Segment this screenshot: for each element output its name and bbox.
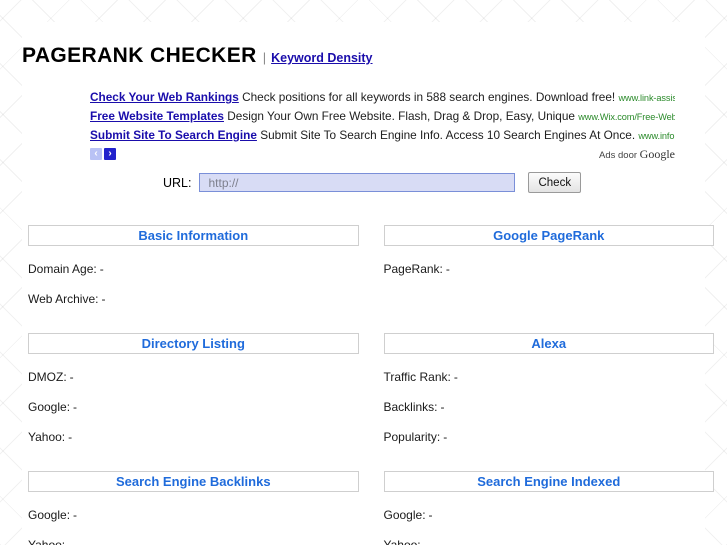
page-header: PAGERANK CHECKER | Keyword Density	[22, 44, 373, 68]
result-value: -	[69, 370, 74, 384]
panel-title: Search Engine Indexed	[383, 471, 714, 492]
chevron-left-icon[interactable]: ‹	[90, 148, 102, 160]
result-row: Domain Age: -	[28, 262, 359, 276]
result-value: -	[73, 508, 78, 522]
result-row: Traffic Rank: -	[384, 370, 715, 384]
google-ads-block: Check Your Web Rankings Check positions …	[90, 88, 675, 166]
ad-display-url: www.link-assist...	[618, 93, 676, 103]
ad-description: Check positions for all keywords in 588 …	[242, 90, 616, 104]
ad-description: Submit Site To Search Engine Info. Acces…	[260, 128, 636, 142]
result-row: Web Archive: -	[28, 292, 359, 306]
result-value: -	[68, 430, 73, 444]
result-label: DMOZ:	[28, 370, 67, 384]
result-value: -	[440, 400, 445, 414]
ad-title-link[interactable]: Free Website Templates	[90, 109, 224, 123]
panel-body: Google:- Yahoo:- Altavista:-	[384, 492, 715, 545]
result-value: -	[68, 538, 73, 545]
result-label: Yahoo:	[28, 430, 66, 444]
panel-row: Search Engine Backlinks Google: - Yahoo: -…	[28, 471, 714, 545]
url-input[interactable]	[199, 173, 516, 192]
panel-google-pagerank: Google PageRank PageRank: -	[383, 225, 715, 306]
result-label: Popularity:	[383, 430, 441, 444]
result-row: PageRank: -	[384, 262, 715, 276]
result-value: -	[73, 400, 78, 414]
panel-alexa: Alexa Traffic Rank: - Backlinks: - Popular…	[383, 333, 715, 444]
panel-body: Traffic Rank: - Backlinks: - Popularity: -	[384, 354, 715, 444]
result-row: Google: -	[28, 400, 359, 414]
page-title: PAGERANK CHECKER	[22, 44, 257, 67]
result-value: -	[99, 262, 104, 276]
result-value: -	[101, 292, 106, 306]
result-label: Traffic Rank:	[383, 370, 451, 384]
chevron-right-icon[interactable]: ›	[104, 148, 116, 160]
result-value: -	[453, 370, 458, 384]
result-row: Backlinks: -	[384, 400, 715, 414]
ad-description: Design Your Own Free Website. Flash, Dra…	[227, 109, 575, 123]
result-label: Backlinks:	[383, 400, 438, 414]
check-button[interactable]: Check	[528, 172, 582, 193]
url-label: URL:	[163, 175, 192, 190]
panel-row: Directory Listing DMOZ: - Google: - Yahoo:…	[28, 333, 714, 444]
panel-directory-listing: Directory Listing DMOZ: - Google: - Yahoo:…	[28, 333, 359, 444]
panel-title: Directory Listing	[28, 333, 359, 354]
result-row: Popularity: -	[384, 430, 715, 444]
result-value: -	[423, 538, 428, 545]
ad-title-link[interactable]: Submit Site To Search Engine	[90, 128, 257, 142]
ad-item[interactable]: Check Your Web Rankings Check positions …	[90, 88, 675, 107]
panel-body: DMOZ: - Google: - Yahoo: -	[28, 354, 359, 444]
panel-body: PageRank: -	[384, 246, 715, 276]
panel-row: Basic Information Domain Age: - Web Archi…	[28, 225, 714, 306]
result-row: Yahoo: -	[384, 538, 715, 545]
result-row: DMOZ: -	[28, 370, 359, 384]
result-value: -	[445, 262, 450, 276]
google-wordmark: Google	[639, 147, 675, 161]
panel-body: Domain Age: - Web Archive: -	[28, 246, 359, 306]
panel-search-engine-indexed: Search Engine Indexed Google:- Yahoo:- A…	[383, 471, 715, 545]
result-label: Google:	[383, 508, 426, 522]
url-check-form: URL: Check	[163, 172, 582, 193]
result-label: Web Archive:	[28, 292, 99, 306]
panel-search-engine-backlinks: Search Engine Backlinks Google: - Yahoo: -…	[28, 471, 359, 545]
ads-pagination: ‹ ›	[90, 148, 116, 160]
result-row: Google: -	[384, 508, 715, 522]
title-separator: |	[262, 50, 267, 65]
result-label: Yahoo:	[383, 538, 421, 545]
page-background: PAGERANK CHECKER | Keyword Density Check…	[0, 0, 727, 545]
result-label: Domain Age:	[28, 262, 97, 276]
result-label: Google:	[28, 400, 71, 414]
panel-title: Basic Information	[28, 225, 359, 246]
ad-item[interactable]: Free Website Templates Design Your Own F…	[90, 107, 675, 126]
ads-attribution: Ads door Google	[599, 147, 675, 162]
ad-item[interactable]: Submit Site To Search Engine Submit Site…	[90, 126, 675, 145]
ad-display-url: www.info....	[638, 131, 675, 141]
result-label: PageRank:	[383, 262, 443, 276]
result-label: Google:	[28, 508, 71, 522]
ad-title-link[interactable]: Check Your Web Rankings	[90, 90, 239, 104]
panel-body: Google:- Yahoo:- Altavista:-	[28, 492, 359, 545]
ads-attribution-prefix: Ads door	[599, 150, 638, 161]
panel-title: Google PageRank	[383, 225, 714, 246]
result-row: Yahoo: -	[28, 538, 359, 545]
result-value: -	[428, 508, 433, 522]
results-panels: Basic Information Domain Age: - Web Archi…	[28, 225, 714, 545]
panel-basic-information: Basic Information Domain Age: - Web Archi…	[28, 225, 359, 306]
panel-title: Alexa	[383, 333, 714, 354]
result-label: Yahoo:	[28, 538, 66, 545]
result-row: Yahoo: -	[28, 430, 359, 444]
ads-footer: ‹ › Ads door Google	[90, 147, 675, 166]
panel-title: Search Engine Backlinks	[28, 471, 359, 492]
result-value: -	[443, 430, 448, 444]
result-row: Google: -	[28, 508, 359, 522]
keyword-density-link[interactable]: Keyword Density	[271, 51, 372, 65]
ad-display-url: www.Wix.com/Free-Webs...	[578, 112, 675, 122]
